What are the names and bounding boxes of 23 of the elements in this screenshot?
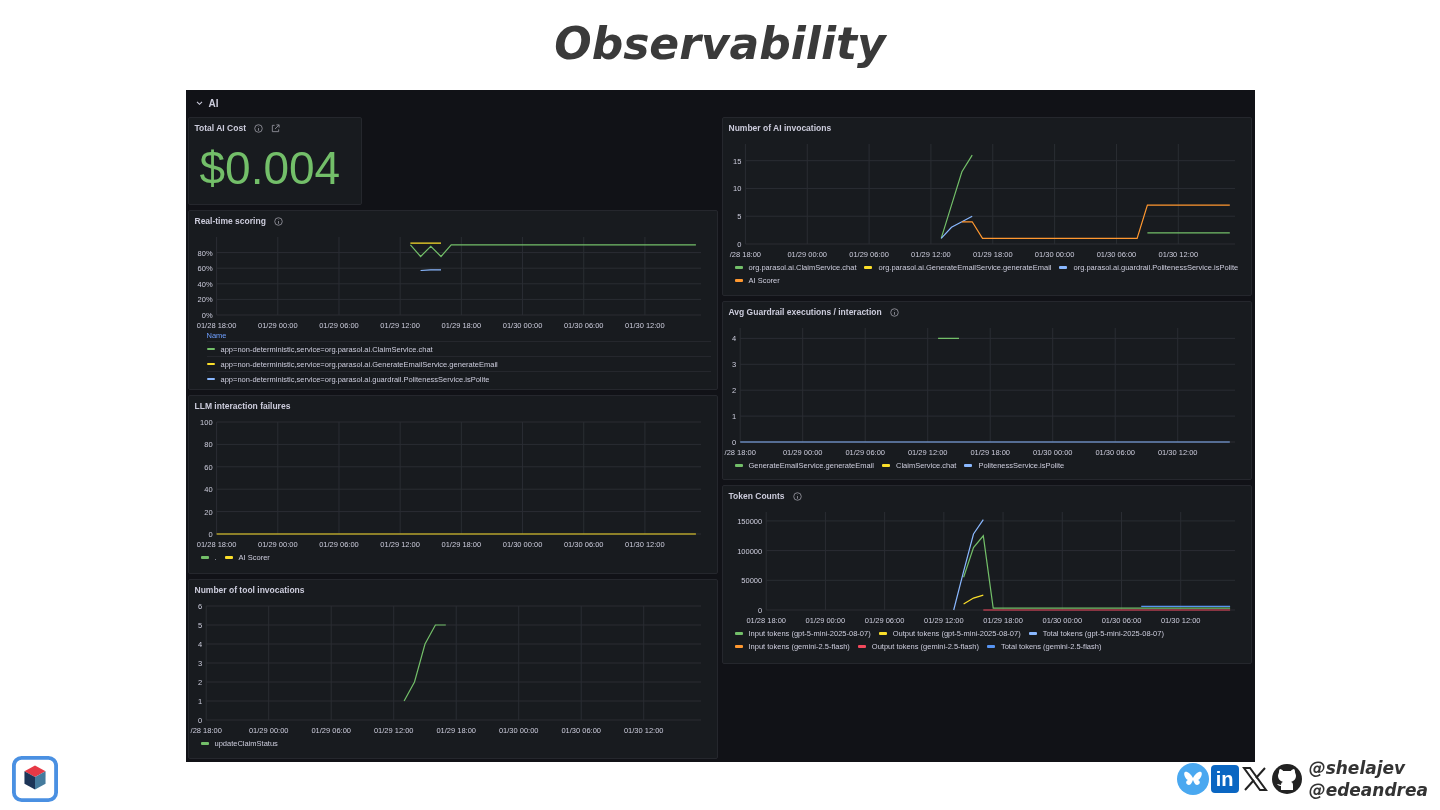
panel-title: Real-time scoring xyxy=(194,216,266,226)
social-handle: @edeandrea xyxy=(1308,779,1428,801)
panel-title: Number of AI invocations xyxy=(728,123,832,133)
linkedin-logo[interactable]: in xyxy=(1210,765,1239,793)
butterfly-icon[interactable] xyxy=(1176,763,1209,795)
panel-title: Total AI Cost xyxy=(194,123,246,133)
row-title[interactable]: AI xyxy=(208,98,219,109)
slide-title: Observability xyxy=(554,17,886,71)
stat-value: $0.004 xyxy=(198,141,342,196)
info-icon[interactable] xyxy=(254,123,263,133)
panel-title: Token Counts xyxy=(728,491,785,501)
cube-logo-icon xyxy=(12,756,58,802)
panel-title: LLM interaction failures xyxy=(194,401,291,411)
x-logo-icon[interactable] xyxy=(1240,765,1269,793)
panel-title: Avg Guardrail executions / interaction xyxy=(728,307,882,317)
info-icon[interactable] xyxy=(273,216,283,226)
external-link-icon[interactable] xyxy=(271,123,280,133)
info-icon[interactable] xyxy=(889,307,899,317)
info-icon[interactable] xyxy=(792,491,802,501)
social-handle: @shelajev xyxy=(1308,757,1407,779)
panel-title: Number of tool invocations xyxy=(194,585,305,595)
cat-icon[interactable] xyxy=(1270,763,1303,795)
chevron-icon[interactable] xyxy=(195,101,203,106)
